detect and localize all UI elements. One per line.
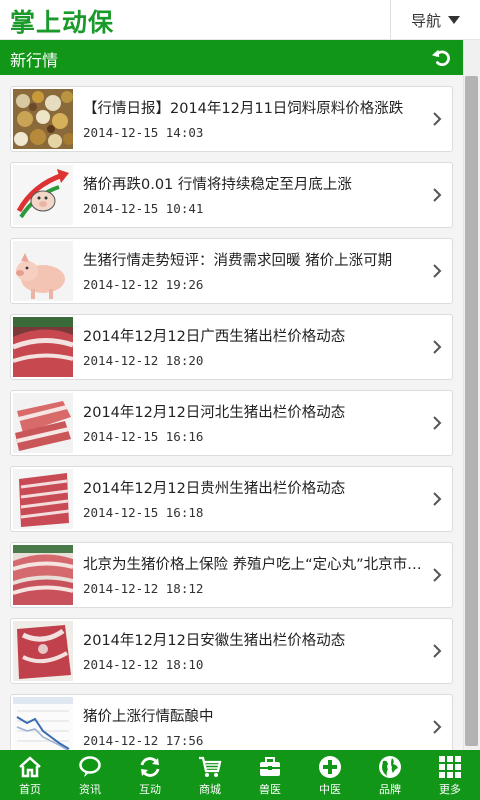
tab-label: 兽医 — [259, 783, 281, 796]
pork-icon — [13, 545, 73, 605]
tab-brand[interactable]: 品牌 — [360, 750, 420, 800]
tab-tcm[interactable]: 中医 — [300, 750, 360, 800]
news-date: 2014-12-15 10:41 — [83, 201, 204, 216]
chevron-right-icon — [433, 188, 442, 202]
tab-mall[interactable]: 商城 — [180, 750, 240, 800]
grains-icon — [13, 89, 73, 149]
news-date: 2014-12-12 19:26 — [83, 277, 204, 292]
tab-label: 首页 — [19, 783, 41, 796]
nav-menu-button[interactable]: 导航 — [390, 0, 480, 40]
chevron-right-icon — [433, 492, 442, 506]
globe-icon — [379, 756, 401, 778]
chevron-right-icon — [433, 568, 442, 582]
news-title: 【行情日报】2014年12月11日饲料原料价格涨跌 — [83, 101, 404, 117]
chevron-right-icon — [433, 340, 442, 354]
app: 掌上动保 导航 新行情 【行情日报】2014年12月11日饲料原料价格涨跌 20… — [0, 0, 480, 800]
tab-news[interactable]: 资讯 — [60, 750, 120, 800]
chevron-right-icon — [433, 720, 442, 734]
news-title: 2014年12月12日贵州生猪出栏价格动态 — [83, 481, 346, 497]
news-list: 【行情日报】2014年12月11日饲料原料价格涨跌 2014-12-15 14:… — [0, 75, 463, 750]
news-date: 2014-12-12 18:20 — [83, 353, 204, 368]
chevron-right-icon — [433, 264, 442, 278]
speech-bubble-icon — [79, 756, 101, 777]
dropdown-triangle-icon — [448, 16, 460, 24]
medical-kit-icon — [260, 757, 280, 776]
news-item[interactable]: 猪价再跌0.01 行情将持续稳定至月底上涨 2014-12-15 10:41 — [10, 162, 453, 228]
app-logo[interactable]: 掌上动保 — [10, 3, 114, 39]
grid-icon — [439, 756, 461, 778]
pork-icon — [13, 621, 73, 681]
plus-circle-icon — [319, 756, 341, 778]
top-header: 掌上动保 导航 — [0, 0, 480, 40]
news-item[interactable]: 2014年12月12日贵州生猪出栏价格动态 2014-12-15 16:18 — [10, 466, 453, 532]
news-date: 2014-12-12 18:10 — [83, 657, 204, 672]
scrollbar-thumb[interactable] — [465, 76, 478, 746]
tab-label: 互动 — [139, 783, 161, 796]
tab-label: 中医 — [319, 783, 341, 796]
tab-label: 资讯 — [79, 783, 101, 796]
cart-icon — [199, 756, 222, 777]
chevron-right-icon — [433, 112, 442, 126]
price-chart-icon — [13, 697, 73, 750]
news-date: 2014-12-15 16:18 — [83, 505, 204, 520]
news-date: 2014-12-15 16:16 — [83, 429, 204, 444]
news-title: 猪价上涨行情酝酿中 — [83, 709, 214, 725]
news-item[interactable]: 2014年12月12日河北生猪出栏价格动态 2014-12-15 16:16 — [10, 390, 453, 456]
tab-more[interactable]: 更多 — [420, 750, 480, 800]
section-title: 新行情 — [10, 51, 59, 70]
refresh-arrows-icon — [140, 757, 160, 777]
pork-icon — [13, 317, 73, 377]
news-date: 2014-12-15 14:03 — [83, 125, 204, 140]
tab-label: 商城 — [199, 783, 221, 796]
refresh-icon[interactable] — [431, 47, 453, 69]
news-title: 2014年12月12日广西生猪出栏价格动态 — [83, 329, 346, 345]
chevron-right-icon — [433, 644, 442, 658]
news-title: 2014年12月12日安徽生猪出栏价格动态 — [83, 633, 346, 649]
pig-arrow-icon — [13, 165, 73, 225]
chevron-right-icon — [433, 416, 442, 430]
news-title: 生猪行情走势短评：消费需求回暖 猪价上涨可期 — [83, 253, 393, 269]
news-item[interactable]: 2014年12月12日安徽生猪出栏价格动态 2014-12-12 18:10 — [10, 618, 453, 684]
bottom-nav: 首页 资讯 互动 商城 兽医 中医 品牌 更多 — [0, 750, 480, 800]
news-item[interactable]: 2014年12月12日广西生猪出栏价格动态 2014-12-12 18:20 — [10, 314, 453, 380]
news-item[interactable]: 【行情日报】2014年12月11日饲料原料价格涨跌 2014-12-15 14:… — [10, 86, 453, 152]
news-title: 猪价再跌0.01 行情将持续稳定至月底上涨 — [83, 177, 352, 193]
news-date: 2014-12-12 17:56 — [83, 733, 204, 748]
news-date: 2014-12-12 18:12 — [83, 581, 204, 596]
piglet-icon — [13, 241, 73, 301]
news-item[interactable]: 猪价上涨行情酝酿中 2014-12-12 17:56 — [10, 694, 453, 750]
tab-vet[interactable]: 兽医 — [240, 750, 300, 800]
tab-interact[interactable]: 互动 — [120, 750, 180, 800]
pork-icon — [13, 393, 73, 453]
news-item[interactable]: 生猪行情走势短评：消费需求回暖 猪价上涨可期 2014-12-12 19:26 — [10, 238, 453, 304]
tab-home[interactable]: 首页 — [0, 750, 60, 800]
news-title: 北京为生猪价格上保险 养殖户吃上“定心丸”北京市生猪价格指数保险试点 — [83, 557, 428, 573]
tab-label: 品牌 — [379, 783, 401, 796]
tab-label: 更多 — [439, 783, 461, 796]
nav-menu-label: 导航 — [410, 11, 441, 30]
home-icon — [19, 756, 41, 778]
news-item[interactable]: 北京为生猪价格上保险 养殖户吃上“定心丸”北京市生猪价格指数保险试点 2014-… — [10, 542, 453, 608]
pork-icon — [13, 469, 73, 529]
news-title: 2014年12月12日河北生猪出栏价格动态 — [83, 405, 346, 421]
section-bar: 新行情 — [0, 40, 463, 75]
